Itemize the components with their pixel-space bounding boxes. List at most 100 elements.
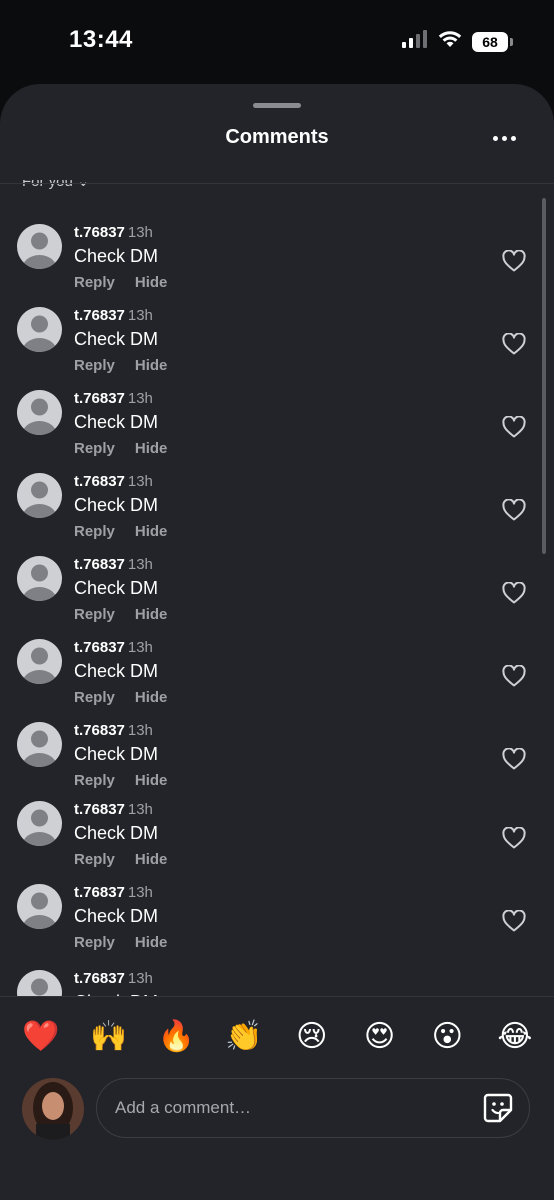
hide-button[interactable]: Hide bbox=[135, 357, 168, 374]
comment-actions: Reply Hide bbox=[74, 689, 187, 706]
reply-button[interactable]: Reply bbox=[74, 606, 115, 623]
reply-button[interactable]: Reply bbox=[74, 772, 115, 789]
comment-item[interactable]: t.7683713hCheck DMReplyHide bbox=[0, 307, 554, 390]
comment-username[interactable]: t.76837 bbox=[74, 722, 125, 739]
reply-button[interactable]: Reply bbox=[74, 689, 115, 706]
comment-time: 13h bbox=[127, 307, 153, 324]
hide-button[interactable]: Hide bbox=[135, 440, 168, 457]
comment-item[interactable]: t.7683713h Check DM Reply Hide bbox=[0, 390, 554, 473]
like-button[interactable] bbox=[502, 826, 526, 849]
heart-outline-icon bbox=[502, 498, 526, 521]
like-button[interactable] bbox=[502, 249, 526, 272]
comment-time: 13h bbox=[127, 722, 153, 739]
like-button[interactable] bbox=[502, 498, 526, 521]
status-time: 13:44 bbox=[69, 26, 133, 53]
user-avatar[interactable] bbox=[22, 1078, 84, 1140]
more-options-button[interactable] bbox=[484, 124, 524, 152]
comment-text: Check DM bbox=[74, 246, 159, 266]
sticker-button[interactable] bbox=[482, 1092, 514, 1124]
like-button[interactable] bbox=[502, 664, 526, 687]
comment-actions: Reply Hide bbox=[74, 772, 187, 789]
add-comment-input[interactable] bbox=[96, 1078, 530, 1138]
comment-item[interactable]: t.7683713h Check DM Reply Hide bbox=[0, 801, 554, 884]
comment-text: Check DM bbox=[74, 823, 159, 843]
comment-username[interactable]: t.76837 bbox=[74, 639, 125, 656]
quick-reactions-row: ❤️ 🙌 🔥 👏 😢 😍 😮 😂 bbox=[22, 1020, 534, 1054]
default-avatar-icon[interactable] bbox=[17, 884, 62, 929]
default-avatar-icon[interactable] bbox=[17, 307, 62, 352]
comment-time: 13h bbox=[127, 801, 153, 818]
comment-item[interactable]: t.7683713h Check DM Reply Hide bbox=[0, 722, 554, 805]
like-button[interactable] bbox=[502, 581, 526, 604]
heart-outline-icon bbox=[502, 747, 526, 770]
comment-text: Check DM bbox=[74, 744, 159, 764]
hide-button[interactable]: Hide bbox=[135, 934, 168, 951]
status-icons: 68 bbox=[402, 30, 513, 53]
comment-header: t.76837 13h bbox=[74, 390, 153, 407]
default-avatar-icon[interactable] bbox=[17, 390, 62, 435]
default-avatar-icon[interactable] bbox=[17, 639, 62, 684]
fire-emoji[interactable]: 🔥 bbox=[157, 1020, 195, 1054]
red-heart-emoji[interactable]: ❤️ bbox=[22, 1020, 60, 1054]
comment-username[interactable]: t.76837 bbox=[74, 970, 125, 987]
clapping-hands-emoji[interactable]: 👏 bbox=[225, 1020, 263, 1054]
hide-button[interactable]: Hide bbox=[135, 523, 168, 540]
comment-header: t.76837 13h bbox=[74, 473, 153, 490]
comment-actions: Reply Hide bbox=[74, 934, 187, 951]
laughing-tears-emoji[interactable]: 😂 bbox=[496, 1020, 534, 1054]
raising-hands-emoji[interactable]: 🙌 bbox=[90, 1020, 128, 1054]
like-button[interactable] bbox=[502, 909, 526, 932]
comment-username[interactable]: t.76837 bbox=[74, 473, 125, 490]
reply-button[interactable]: Reply bbox=[74, 440, 115, 457]
comment-time: 13h bbox=[127, 473, 153, 490]
reply-button[interactable]: Reply bbox=[74, 851, 115, 868]
comment-item[interactable]: t.7683713h Check DM Reply Hide bbox=[0, 224, 554, 307]
cellular-signal-icon bbox=[402, 30, 428, 53]
heart-outline-icon bbox=[502, 249, 526, 272]
hide-button[interactable]: Hide bbox=[135, 851, 168, 868]
comment-item[interactable]: t.7683713hCheck DMReplyHide bbox=[0, 970, 554, 996]
heart-outline-icon bbox=[502, 664, 526, 687]
default-avatar-icon[interactable] bbox=[17, 970, 62, 996]
default-avatar-icon[interactable] bbox=[17, 224, 62, 269]
default-avatar-icon[interactable] bbox=[17, 556, 62, 601]
like-button[interactable] bbox=[502, 415, 526, 438]
hide-button[interactable]: Hide bbox=[135, 689, 168, 706]
comment-username[interactable]: t.76837 bbox=[74, 224, 125, 241]
comment-text: Check DM bbox=[74, 412, 159, 432]
comment-username[interactable]: t.76837 bbox=[74, 801, 125, 818]
comment-username[interactable]: t.76837 bbox=[74, 307, 125, 324]
reply-button[interactable]: Reply bbox=[74, 274, 115, 291]
composer-divider bbox=[0, 996, 554, 997]
comment-actions: Reply Hide bbox=[74, 357, 187, 374]
comment-item[interactable]: t.7683713hCheck DMReplyHide bbox=[0, 884, 554, 967]
comment-text: Check DM bbox=[74, 495, 159, 515]
reply-button[interactable]: Reply bbox=[74, 934, 115, 951]
scrollbar[interactable] bbox=[542, 198, 546, 554]
surprised-face-emoji[interactable]: 😮 bbox=[428, 1020, 466, 1054]
like-button[interactable] bbox=[502, 747, 526, 770]
crying-face-emoji[interactable]: 😢 bbox=[293, 1020, 331, 1054]
heart-outline-icon bbox=[502, 415, 526, 438]
hide-button[interactable]: Hide bbox=[135, 772, 168, 789]
comment-item[interactable]: t.7683713h Check DM Reply Hide bbox=[0, 473, 554, 556]
comment-item[interactable]: t.7683713hCheck DMReplyHide bbox=[0, 556, 554, 639]
default-avatar-icon[interactable] bbox=[17, 801, 62, 846]
comment-item[interactable]: t.7683713hCheck DMReplyHide bbox=[0, 639, 554, 722]
comment-username[interactable]: t.76837 bbox=[74, 884, 125, 901]
comment-username[interactable]: t.76837 bbox=[74, 390, 125, 407]
comment-time: 13h bbox=[127, 884, 153, 901]
sheet-grabber[interactable] bbox=[253, 103, 301, 108]
like-button[interactable] bbox=[502, 332, 526, 355]
comment-header: t.76837 13h bbox=[74, 224, 153, 241]
default-avatar-icon[interactable] bbox=[17, 473, 62, 518]
reply-button[interactable]: Reply bbox=[74, 523, 115, 540]
comment-username[interactable]: t.76837 bbox=[74, 556, 125, 573]
hide-button[interactable]: Hide bbox=[135, 274, 168, 291]
default-avatar-icon[interactable] bbox=[17, 722, 62, 767]
heart-eyes-emoji[interactable]: 😍 bbox=[361, 1020, 399, 1054]
comments-list[interactable]: t.76837 13h Check DM Reply Hide t.76837 13h Che… bbox=[0, 184, 554, 996]
heart-outline-icon bbox=[502, 909, 526, 932]
hide-button[interactable]: Hide bbox=[135, 606, 168, 623]
reply-button[interactable]: Reply bbox=[74, 357, 115, 374]
